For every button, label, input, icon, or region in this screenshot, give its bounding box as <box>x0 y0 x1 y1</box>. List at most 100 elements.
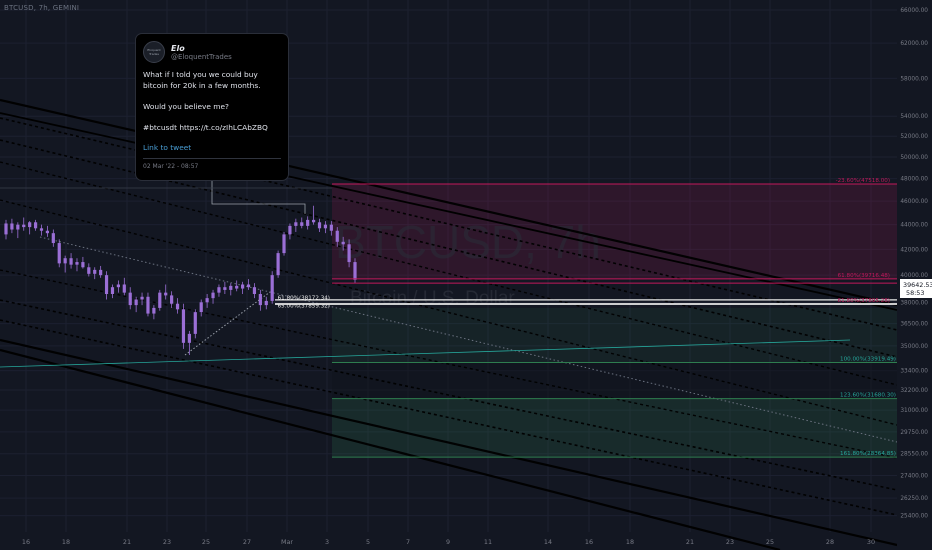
price-tick-label: 40000.00 <box>900 273 928 279</box>
price-tick-label: 25400.00 <box>900 514 928 520</box>
time-tick-label: 16 <box>22 538 30 546</box>
candle-body <box>270 275 274 301</box>
tweet-link[interactable]: Link to tweet <box>143 143 281 152</box>
price-tick-label: 32200.00 <box>900 388 928 394</box>
candle-body <box>347 244 351 263</box>
candle-body <box>134 299 138 306</box>
candle-body <box>99 269 103 276</box>
candle-body <box>175 303 180 310</box>
price-tick-label: 48000.00 <box>900 177 928 183</box>
price-tick-label: 54000.00 <box>900 114 928 120</box>
time-tick-label: 25 <box>766 538 774 546</box>
last-price-value: 39642.53 <box>903 281 932 289</box>
tweet-divider <box>143 158 281 159</box>
time-tick-label: 18 <box>626 538 634 546</box>
candle-body <box>33 222 38 229</box>
candle-body <box>311 219 316 223</box>
candle-body <box>246 284 251 288</box>
candle-body <box>235 285 239 289</box>
target-zone-1 <box>332 307 897 363</box>
candle-body <box>187 333 191 343</box>
tweet-line-2: Would you believe me? <box>143 102 229 111</box>
symbol-title[interactable]: BTCUSD, 7h, GEMINI <box>4 4 79 12</box>
tweet-date: 02 Mar '22 - 08:57 <box>143 163 199 170</box>
price-tick-label: 52000.00 <box>900 134 928 140</box>
candle-body <box>193 312 197 334</box>
candle-body <box>306 219 310 226</box>
candle-body <box>4 223 8 235</box>
price-tick-label: 66000.00 <box>900 8 928 14</box>
tweet-connector <box>211 181 306 214</box>
candle-body <box>205 298 209 303</box>
candle-body <box>45 230 50 234</box>
time-tick-label: 16 <box>585 538 593 546</box>
fib-label: 161.80%(28364.85) <box>840 451 896 457</box>
time-tick-label: Mar <box>281 538 293 546</box>
candle-body <box>217 287 221 293</box>
fib-label: 61.80%(38172.34) <box>278 295 330 301</box>
last-price-countdown: 58:53 <box>906 289 924 297</box>
candle-body <box>294 222 298 226</box>
tweet-header: Eloquent Trades Elo @EloquentTrades <box>143 41 281 63</box>
candle-body <box>10 223 14 230</box>
tweet-line-1: What if I told you we could buy bitcoin … <box>143 70 261 90</box>
time-tick-label: 28 <box>826 538 834 546</box>
candle-body <box>264 300 268 306</box>
candle-body <box>140 296 144 300</box>
price-tick-label: 50000.00 <box>900 155 928 161</box>
watermark-main: BTCUSD, 7h <box>335 216 601 268</box>
price-tick-label: 35000.00 <box>900 344 928 350</box>
fib-label: 65.00%(37859.32) <box>278 303 330 309</box>
candle-body <box>282 234 286 254</box>
time-tick-label: 30 <box>867 538 875 546</box>
candle-body <box>87 267 91 274</box>
candle-body <box>81 262 85 268</box>
fib-label: 61.80%(37895.28) <box>838 298 890 304</box>
candle-body <box>51 233 55 244</box>
candle-body <box>16 224 20 230</box>
candle-body <box>110 287 115 295</box>
tweet-name: Elo <box>171 43 185 53</box>
price-tick-label: 27400.00 <box>900 473 928 479</box>
candle-body <box>128 292 132 306</box>
candle-body <box>341 241 345 245</box>
candle-body <box>276 253 280 276</box>
tweet-card[interactable]: Eloquent Trades Elo @EloquentTrades What… <box>135 33 289 181</box>
candle-body <box>164 292 168 296</box>
watermark-sub: Bitcoin / U.S. Dollar <box>350 288 515 309</box>
time-tick-label: 9 <box>446 538 450 546</box>
price-tick-label: 28550.00 <box>900 452 928 458</box>
candle-body <box>323 224 328 229</box>
price-tick-label: 62000.00 <box>900 41 928 47</box>
candle-body <box>22 224 26 228</box>
time-tick-label: 3 <box>325 538 329 546</box>
candle-body <box>63 258 67 264</box>
candle-body <box>104 275 109 295</box>
candle-body <box>122 284 126 293</box>
price-tick-label: 58000.00 <box>900 76 928 82</box>
candle-body <box>241 284 245 289</box>
price-tick-label: 46000.00 <box>900 199 928 205</box>
candle-body <box>335 230 339 242</box>
candle-body <box>152 307 156 314</box>
candle-body <box>353 262 357 280</box>
candle-body <box>252 287 257 295</box>
candle-body <box>300 222 304 226</box>
candle-body <box>116 284 120 288</box>
candle-body <box>199 302 203 313</box>
candlestick-series[interactable] <box>4 205 357 356</box>
candle-body <box>317 222 322 229</box>
fib-label: 61.80%(39716.48) <box>838 273 890 279</box>
candle-body <box>158 292 162 308</box>
time-tick-label: 7 <box>406 538 410 546</box>
price-tick-label: 33400.00 <box>900 369 928 375</box>
candle-body <box>69 258 73 265</box>
candle-body <box>258 294 262 306</box>
price-axis[interactable]: 66000.00 62000.00 58000.00 54000.00 52000.00… <box>897 0 932 550</box>
candle-body <box>57 243 61 264</box>
time-tick-label: 18 <box>62 538 70 546</box>
candle-body <box>93 269 97 274</box>
time-tick-label: 23 <box>163 538 171 546</box>
time-tick-label: 21 <box>123 538 131 546</box>
candle-body <box>229 285 233 290</box>
